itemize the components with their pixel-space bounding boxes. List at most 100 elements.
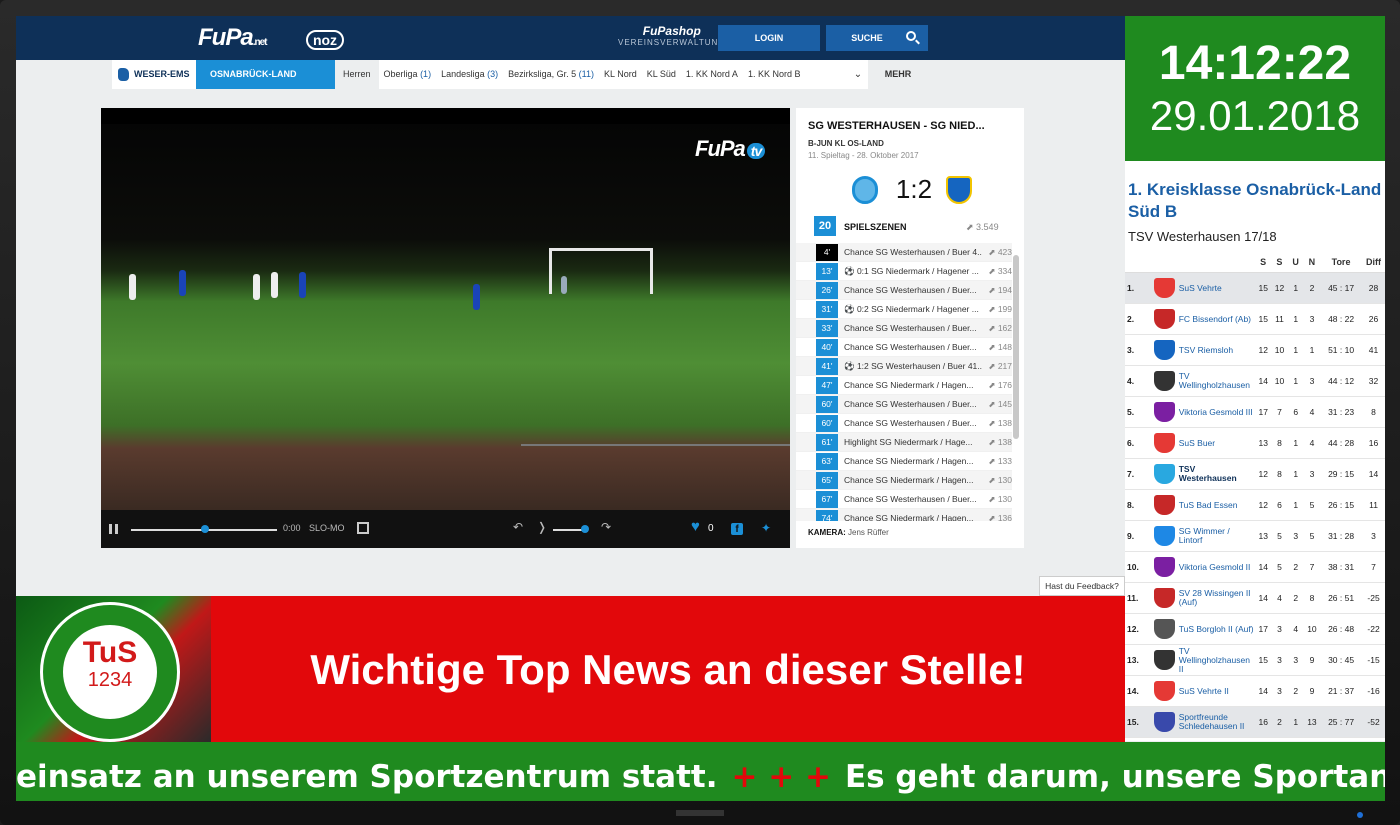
slo-mo-button[interactable]: SLO-MO (309, 523, 345, 533)
scene-row[interactable]: 41' ⚽ 1:2 SG Westerhausen / Buer 41... ⬈ 2… (796, 357, 1012, 376)
away-team-crest[interactable] (946, 176, 972, 204)
row-draws: 1 (1293, 717, 1299, 727)
noz-logo[interactable]: noz (306, 30, 344, 50)
volume-icon[interactable]: ❭ (537, 520, 547, 534)
team-name[interactable]: TV Wellingholzhausen (1179, 372, 1255, 390)
team-name[interactable]: TSV Riemsloh (1179, 345, 1255, 355)
team-name[interactable]: TSV Westerhausen (1179, 465, 1255, 483)
row-games: 13 (1258, 531, 1268, 541)
match-league[interactable]: B-JUN KL OS-LAND (808, 139, 884, 148)
home-team-crest[interactable] (852, 176, 878, 204)
team-name[interactable]: Viktoria Gesmold II (1179, 562, 1255, 572)
team-name[interactable]: TuS Bad Essen (1179, 500, 1255, 510)
scene-views: ⬈ 217 (988, 360, 1012, 371)
scene-row[interactable]: 63' Chance SG Niedermark / Hagen... ⬈ 133 (796, 452, 1012, 471)
team-name[interactable]: Sportfreunde Schledehausen II (1179, 713, 1255, 731)
table-row[interactable]: 11. SV 28 Wissingen II (Auf) 14 4 2 8 26 : 51 -… (1125, 583, 1385, 614)
team-name[interactable]: SV 28 Wissingen II (Auf) (1179, 589, 1255, 607)
fullscreen-icon[interactable] (357, 522, 369, 534)
scene-row[interactable]: 31' ⚽ 0:2 SG Niedermark / Hagener ... ⬈ 19… (796, 300, 1012, 319)
team-name[interactable]: FC Bissendorf (Ab) (1179, 314, 1255, 324)
region-selector[interactable]: WESER-EMS (112, 60, 196, 89)
league-link[interactable]: Bezirksliga, Gr. 5 (11) (503, 60, 599, 89)
team-name[interactable]: SuS Vehrte (1179, 283, 1255, 293)
scene-minute: 40' (816, 338, 838, 356)
table-row[interactable]: 12. TuS Borgloh II (Auf) 17 3 4 10 26 : 48 -22 (1125, 614, 1385, 645)
table-row[interactable]: 7. TSV Westerhausen 12 8 1 3 29 : 15 14 (1125, 459, 1385, 490)
match-title[interactable]: SG WESTERHAUSEN - SG NIED... (808, 120, 985, 132)
fupa-shop-link[interactable]: FuPashop VEREINSVERWALTUNG (618, 24, 726, 47)
progress-knob[interactable] (201, 525, 209, 533)
team-name[interactable]: TV Wellingholzhausen II (1179, 646, 1255, 674)
row-diff: 11 (1369, 500, 1378, 510)
team-name[interactable]: SG Wimmer / Lintorf (1179, 527, 1255, 545)
pause-icon[interactable] (109, 524, 118, 534)
scene-title: ⚽ 1:2 SG Westerhausen / Buer 41... (844, 360, 982, 371)
video-player[interactable]: FuPa tv 0:00 SLO-MO ↶ ❭ ↷ ♥ 0 f ✦ (101, 108, 790, 548)
table-row[interactable]: 3. TSV Riemsloh 12 10 1 1 51 : 10 41 (1125, 335, 1385, 366)
row-diff: -15 (1367, 655, 1380, 665)
area-tab-osnabrueck-land[interactable]: OSNABRÜCK-LAND (196, 60, 335, 89)
forward-icon[interactable]: ↷ (601, 520, 611, 534)
rewind-icon[interactable]: ↶ (513, 520, 523, 534)
table-row[interactable]: 8. TuS Bad Essen 12 6 1 5 26 : 15 11 (1125, 490, 1385, 521)
team-crest (1153, 557, 1175, 577)
row-wins: 11 (1275, 314, 1284, 324)
scene-row[interactable]: 33' Chance SG Westerhausen / Buer... ⬈ 162 (796, 319, 1012, 338)
more-button[interactable]: MEHR (868, 60, 928, 89)
scene-row[interactable]: 60' Chance SG Westerhausen / Buer... ⬈ 138 (796, 414, 1012, 433)
table-row[interactable]: 13. TV Wellingholzhausen II 15 3 3 9 30 : 45 -1… (1125, 645, 1385, 676)
scene-row[interactable]: 4' Chance SG Westerhausen / Buer 4... ⬈ 42… (796, 243, 1012, 262)
table-row[interactable]: 2. FC Bissendorf (Ab) 15 11 1 3 48 : 22 26 (1125, 304, 1385, 335)
league-link[interactable]: KL Süd (642, 60, 681, 89)
team-name[interactable]: Viktoria Gesmold III (1179, 407, 1255, 417)
table-row[interactable]: 4. TV Wellingholzhausen 14 10 1 3 44 : 12 32 (1125, 366, 1385, 397)
scene-views-count: 199 (997, 303, 1012, 314)
search-icon[interactable] (906, 31, 916, 41)
league-link[interactable]: Landesliga (3) (436, 60, 503, 89)
fupa-logo[interactable]: FuPa.net (198, 24, 267, 52)
club-logo: TuS 1234 (40, 602, 180, 742)
video-frame[interactable] (101, 124, 790, 510)
team-name[interactable]: TuS Borgloh II (Auf) (1179, 624, 1255, 634)
table-row[interactable]: 14. SuS Vehrte II 14 3 2 9 21 : 37 -16 (1125, 676, 1385, 707)
row-wins: 8 (1277, 438, 1282, 448)
scene-row[interactable]: 13' ⚽ 0:1 SG Niedermark / Hagener ... ⬈ 33… (796, 262, 1012, 281)
league-link[interactable]: 1. KK Nord A (681, 60, 743, 89)
facebook-icon[interactable]: f (731, 523, 743, 535)
league-link[interactable]: 1. KK Nord B (743, 60, 806, 89)
league-link[interactable]: Oberliga (1) (379, 60, 437, 89)
scene-row[interactable]: 60' Chance SG Westerhausen / Buer... ⬈ 145 (796, 395, 1012, 414)
row-goals: 26 : 51 (1328, 593, 1355, 603)
league-link[interactable]: KL Nord (599, 60, 642, 89)
twitter-icon[interactable]: ✦ (761, 521, 771, 535)
volume-knob[interactable] (581, 525, 589, 533)
team-name[interactable]: SuS Vehrte II (1179, 686, 1255, 696)
row-draws: 1 (1293, 314, 1299, 324)
heart-icon[interactable]: ♥ (691, 518, 700, 535)
scene-list-scrollbar[interactable] (1013, 255, 1019, 439)
table-row[interactable]: 1. SuS Vehrte 15 12 1 2 45 : 17 28 (1125, 273, 1385, 304)
row-losses: 9 (1309, 655, 1315, 665)
table-row[interactable]: 15. Sportfreunde Schledehausen II 16 2 1 13 25… (1125, 707, 1385, 738)
scene-row[interactable]: 65' Chance SG Niedermark / Hagen... ⬈ 130 (796, 471, 1012, 490)
scene-row[interactable]: 26' Chance SG Westerhausen / Buer... ⬈ 194 (796, 281, 1012, 300)
scene-views-count: 130 (997, 474, 1012, 485)
scene-title: Chance SG Westerhausen / Buer... (844, 418, 977, 428)
scene-row[interactable]: 47' Chance SG Niedermark / Hagen... ⬈ 176 (796, 376, 1012, 395)
scene-row[interactable]: 61' Highlight SG Niedermark / Hage... ⬈ 13… (796, 433, 1012, 452)
table-row[interactable]: 9. SG Wimmer / Lintorf 13 5 3 5 31 : 28 3 (1125, 521, 1385, 552)
table-row[interactable]: 10. Viktoria Gesmold II 14 5 2 7 38 : 31 7 (1125, 552, 1385, 583)
team-crest (1153, 402, 1175, 422)
scene-row[interactable]: 67' Chance SG Westerhausen / Buer... ⬈ 130 (796, 490, 1012, 509)
table-row[interactable]: 5. Viktoria Gesmold III 17 7 6 4 31 : 23 8 (1125, 397, 1385, 428)
team-name[interactable]: SuS Buer (1179, 438, 1255, 448)
camera-name[interactable]: Jens Rüffer (848, 528, 889, 537)
scene-row[interactable]: 40' Chance SG Westerhausen / Buer... ⬈ 148 (796, 338, 1012, 357)
chevron-down-icon[interactable]: ⌄ (848, 60, 868, 89)
table-row[interactable]: 6. SuS Buer 13 8 1 4 44 : 28 16 (1125, 428, 1385, 459)
scene-row[interactable]: 74' Chance SG Niedermark / Hagen... ⬈ 136 (796, 509, 1012, 521)
login-button[interactable]: LOGIN (718, 25, 820, 51)
league-link[interactable]: Herren (335, 60, 379, 89)
feedback-button[interactable]: Hast du Feedback? (1039, 576, 1125, 596)
